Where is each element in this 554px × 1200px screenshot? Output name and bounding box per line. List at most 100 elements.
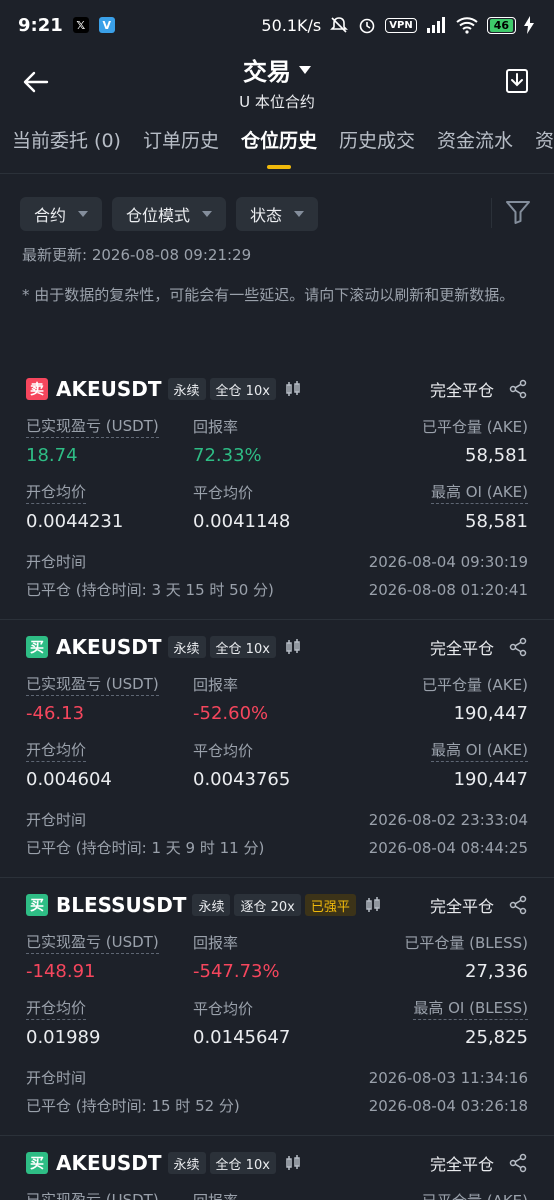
tab-transaction-history[interactable]: 资金流水 xyxy=(437,122,513,173)
position-card[interactable]: 买 AKEUSDT 永续 全仓 10x 完全平仓 已实现盈亏 (USDT) 回报… xyxy=(0,1136,554,1200)
close-price-value: 0.0145647 xyxy=(193,1027,291,1048)
tab-order-history[interactable]: 订单历史 xyxy=(143,122,219,173)
roi-label: 回报率 xyxy=(193,934,239,952)
open-time-label: 开仓时间 xyxy=(26,811,87,829)
open-time-value: 2026-08-04 09:30:19 xyxy=(368,553,528,571)
share-icon[interactable] xyxy=(508,379,528,399)
tab-assets-partial[interactable]: 资 xyxy=(535,122,554,173)
side-badge: 买 xyxy=(26,636,48,658)
contract-filter[interactable]: 合约 xyxy=(20,197,103,231)
max-oi-label[interactable]: 最高 OI (BLESS) xyxy=(413,998,528,1020)
position-mode-filter[interactable]: 仓位模式 xyxy=(112,197,227,231)
closed-time-value: 2026-08-08 01:20:41 xyxy=(368,581,528,599)
share-icon[interactable] xyxy=(508,1153,528,1173)
tab-open-orders[interactable]: 当前委托 (0) xyxy=(12,122,121,173)
closed-qty-value: 58,581 xyxy=(465,445,528,466)
pnl-label[interactable]: 已实现盈亏 (USDT) xyxy=(26,674,159,696)
pnl-label[interactable]: 已实现盈亏 (USDT) xyxy=(26,1190,159,1200)
pnl-value: 18.74 xyxy=(26,445,78,466)
open-price-value: 0.004604 xyxy=(26,769,112,790)
max-oi-label[interactable]: 最高 OI (AKE) xyxy=(430,740,528,762)
position-card[interactable]: 买 BLESSUSDT 永续 逐仓 20x 已强平 完全平仓 已实现盈亏 (US… xyxy=(0,878,554,1136)
pnl-value: -46.13 xyxy=(26,703,85,724)
candlestick-chart-icon[interactable] xyxy=(284,1154,302,1172)
contract-type-tag: 永续 xyxy=(167,636,206,658)
roi-value: -547.73% xyxy=(193,961,280,982)
share-icon[interactable] xyxy=(508,895,528,915)
closed-qty-label: 已平仓量 (AKE) xyxy=(421,676,528,694)
roi-label: 回报率 xyxy=(193,676,239,694)
page-title: 交易 xyxy=(243,58,291,86)
max-oi-value: 58,581 xyxy=(465,511,528,532)
closed-qty-value: 190,447 xyxy=(453,703,528,724)
open-time-value: 2026-08-02 23:33:04 xyxy=(368,811,528,829)
pnl-label[interactable]: 已实现盈亏 (USDT) xyxy=(26,416,159,438)
share-icon[interactable] xyxy=(508,637,528,657)
filter-funnel-button[interactable] xyxy=(504,198,532,226)
closed-time-value: 2026-08-04 03:26:18 xyxy=(368,1097,528,1115)
contract-type-tag: 永续 xyxy=(167,1152,206,1174)
liquidated-tag: 已强平 xyxy=(304,894,356,916)
download-button[interactable] xyxy=(502,64,532,98)
divider xyxy=(491,198,492,228)
candlestick-chart-icon[interactable] xyxy=(364,896,382,914)
closed-time-value: 2026-08-04 08:44:25 xyxy=(368,839,528,857)
delay-notice: * 由于数据的复杂性，可能会有一些延迟。请向下滚动以刷新和更新数据。 xyxy=(22,286,515,304)
position-status: 完全平仓 xyxy=(429,897,494,916)
tab-position-history[interactable]: 仓位历史 xyxy=(240,122,317,173)
v-app-icon: V xyxy=(98,17,115,33)
caret-down-icon xyxy=(294,211,305,217)
margin-mode-tag: 全仓 10x xyxy=(209,378,276,400)
candlestick-chart-icon[interactable] xyxy=(284,380,302,398)
tab-bar: 当前委托 (0) 订单历史 仓位历史 历史成交 资金流水 资 xyxy=(0,122,554,174)
open-price-label[interactable]: 开仓均价 xyxy=(26,998,87,1020)
position-status: 完全平仓 xyxy=(429,381,494,400)
pnl-label[interactable]: 已实现盈亏 (USDT) xyxy=(26,932,159,954)
open-price-label[interactable]: 开仓均价 xyxy=(26,482,87,504)
open-price-label[interactable]: 开仓均价 xyxy=(26,740,87,762)
margin-mode-tag: 全仓 10x xyxy=(209,1152,276,1174)
charging-icon xyxy=(524,16,534,34)
position-mode-filter-label: 仓位模式 xyxy=(126,206,191,225)
page-title-dropdown[interactable]: 交易 xyxy=(243,52,311,87)
symbol: BLESSUSDT xyxy=(56,893,187,917)
max-oi-label[interactable]: 最高 OI (AKE) xyxy=(430,482,528,504)
vpn-icon: VPN xyxy=(385,17,417,33)
tab-position-history-label: 仓位历史 xyxy=(240,130,317,152)
candlestick-chart-icon[interactable] xyxy=(284,638,302,656)
pnl-value: -148.91 xyxy=(26,961,96,982)
symbol: AKEUSDT xyxy=(56,635,162,659)
close-price-value: 0.0041148 xyxy=(193,511,291,532)
roi-label: 回报率 xyxy=(193,1190,363,1200)
close-price-label: 平仓均价 xyxy=(193,742,254,760)
open-price-value: 0.0044231 xyxy=(26,511,124,532)
wifi-icon xyxy=(455,16,479,34)
open-time-label: 开仓时间 xyxy=(26,553,87,571)
position-card[interactable]: 买 AKEUSDT 永续 全仓 10x 完全平仓 已实现盈亏 (USDT) -4… xyxy=(0,620,554,878)
symbol: AKEUSDT xyxy=(56,377,162,401)
contract-type-tag: 永续 xyxy=(167,378,206,400)
top-bar: 交易 U 本位合约 xyxy=(0,50,554,122)
side-badge: 卖 xyxy=(26,378,48,400)
last-update-text: 最新更新: 2026-08-08 09:21:29 xyxy=(22,246,252,264)
close-price-value: 0.0043765 xyxy=(193,769,291,790)
close-price-label: 平仓均价 xyxy=(193,1000,254,1018)
roi-value: 72.33% xyxy=(193,445,262,466)
margin-mode-tag: 全仓 10x xyxy=(209,636,276,658)
caret-down-icon xyxy=(202,211,213,217)
signal-icon xyxy=(425,16,447,34)
position-card[interactable]: 卖 AKEUSDT 永续 全仓 10x 完全平仓 已实现盈亏 (USDT) 18… xyxy=(0,362,554,620)
caret-down-icon xyxy=(299,65,311,74)
funnel-icon xyxy=(506,201,530,224)
closed-qty-label: 已平仓量 (AKE) xyxy=(421,418,528,436)
closed-qty-label: 已平仓量 (AKE) xyxy=(422,1190,528,1200)
closed-qty-value: 27,336 xyxy=(465,961,528,982)
status-filter[interactable]: 状态 xyxy=(236,197,319,231)
caret-down-icon xyxy=(78,211,89,217)
open-time-value: 2026-08-03 11:34:16 xyxy=(368,1069,528,1087)
tab-trade-history[interactable]: 历史成交 xyxy=(339,122,415,173)
closed-duration-label: 已平仓 (持仓时间: 1 天 9 时 11 分) xyxy=(26,839,265,857)
margin-mode-tag: 逐仓 20x xyxy=(234,894,301,916)
contract-filter-label: 合约 xyxy=(34,206,67,225)
roi-value: -52.60% xyxy=(193,703,269,724)
